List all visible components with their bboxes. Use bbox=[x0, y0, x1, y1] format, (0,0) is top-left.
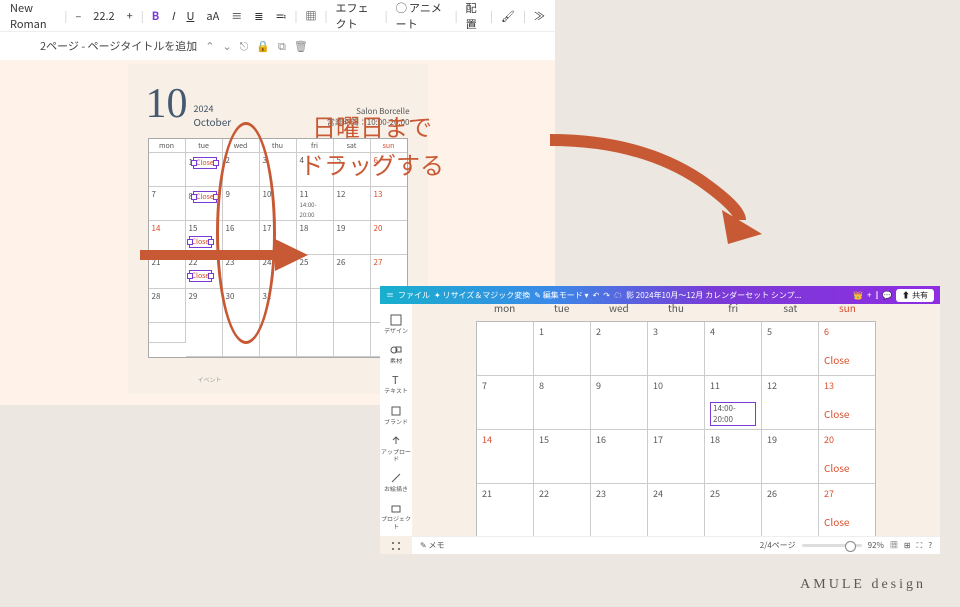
memo-button[interactable]: ✎ メモ bbox=[420, 540, 445, 551]
bottom-bar: ✎ メモ 2/4ページ 92% ▦ ⊞ ⛶ ? bbox=[412, 536, 940, 554]
sidebar-brand[interactable]: ブランド bbox=[384, 405, 408, 425]
paint-icon[interactable]: 🖌 bbox=[497, 6, 519, 26]
menu-icon[interactable]: ≡ bbox=[386, 290, 394, 301]
sidebar-upload[interactable]: アップロード bbox=[380, 435, 412, 462]
zoom-value[interactable]: 92% bbox=[868, 540, 884, 551]
more-icon[interactable]: ≫ bbox=[530, 6, 549, 26]
font-size[interactable]: 22.2 bbox=[89, 6, 118, 26]
month-label: 2024 October bbox=[194, 103, 232, 128]
font-plus[interactable]: + bbox=[123, 6, 137, 26]
table-row: 28 29 30 31 bbox=[149, 289, 407, 323]
effect-button[interactable]: エフェクト bbox=[331, 0, 380, 34]
help-icon[interactable]: ? bbox=[928, 540, 932, 551]
sidebar-design[interactable]: デザイン bbox=[384, 314, 408, 334]
sidebar-text[interactable]: Tテキスト bbox=[384, 374, 408, 394]
chevron-up-icon[interactable]: ⌃ bbox=[205, 38, 214, 54]
month-number: 10 bbox=[146, 80, 188, 128]
close-label: Close bbox=[824, 406, 870, 421]
placement-button[interactable]: 配置 bbox=[462, 0, 486, 34]
table-row bbox=[149, 323, 407, 357]
sidebar-app[interactable]: アプリ bbox=[387, 540, 405, 554]
svg-text:T: T bbox=[392, 374, 399, 386]
page-lock-icon[interactable]: 🔒 bbox=[256, 38, 270, 54]
sidebar-element[interactable]: 素材 bbox=[390, 344, 402, 364]
annotation-text: 日曜日まで ドラッグする bbox=[300, 110, 444, 187]
highlight-oval bbox=[216, 122, 276, 344]
font-name[interactable]: New Roman bbox=[6, 0, 60, 34]
weekday-header: mon tue wed thu fri sat sun bbox=[476, 286, 876, 321]
close-label: Close bbox=[824, 460, 870, 475]
align-button[interactable]: ≡ bbox=[227, 6, 246, 26]
view-grid-icon[interactable]: ▦ bbox=[890, 540, 898, 551]
duplicate-icon[interactable]: ⧉ bbox=[278, 38, 286, 54]
table-row: 14 15 16 17 18 19 20Close bbox=[477, 430, 875, 484]
share-button[interactable]: ⬆ 共有 bbox=[896, 289, 934, 302]
file-menu[interactable]: ファイル bbox=[398, 290, 430, 301]
calendar-canvas-after[interactable]: mon tue wed thu fri sat sun 1 2 3 4 5 6C… bbox=[412, 304, 940, 536]
sidebar-project[interactable]: プロジェクト bbox=[380, 502, 412, 529]
lock-icon[interactable]: ⎋ bbox=[240, 38, 249, 54]
calendar-grid-after[interactable]: 1 2 3 4 5 6Close 7 8 9 10 1114:00-20:00 … bbox=[476, 321, 876, 539]
close-label: Close bbox=[824, 514, 870, 529]
time-label: 14:00-20:00 bbox=[710, 402, 756, 426]
close-label: Close bbox=[824, 352, 870, 367]
table-row: 21 22 23 24 25 26 27Close bbox=[477, 484, 875, 538]
fullscreen-icon[interactable]: ⛶ bbox=[917, 540, 923, 551]
table-row: 1 2 3 4 5 6Close bbox=[477, 322, 875, 376]
comment-icon[interactable]: 💬 bbox=[882, 290, 892, 301]
chevron-down-icon[interactable]: ⌄ bbox=[222, 38, 231, 54]
transparency-icon[interactable]: ▦ bbox=[301, 6, 320, 26]
arrow-right-icon bbox=[140, 235, 310, 275]
bold-button[interactable]: B bbox=[148, 6, 164, 26]
close-label[interactable]: Close bbox=[193, 157, 217, 169]
day-tue: tue bbox=[186, 139, 223, 153]
table-row: 7 8Close 9 10 1114:00-20:00 12 13 bbox=[149, 187, 407, 221]
close-label[interactable]: Close bbox=[193, 191, 217, 203]
brand-watermark: AMULE design bbox=[800, 577, 926, 593]
animate-button[interactable]: ◯ アニメート bbox=[392, 0, 451, 34]
spacing-button[interactable]: ≕ bbox=[271, 6, 290, 26]
zoom-slider[interactable] bbox=[802, 544, 862, 547]
arrow-curved-icon bbox=[540, 130, 770, 250]
page-indicator[interactable]: 2/4ページ bbox=[760, 540, 796, 551]
top-toolbar: New Roman | – 22.2 + | B I U aA ≡ ≣ ≕ | … bbox=[0, 0, 555, 32]
underline-button[interactable]: U bbox=[182, 6, 198, 26]
italic-button[interactable]: I bbox=[167, 6, 178, 26]
font-minus[interactable]: – bbox=[71, 6, 85, 26]
sidebar-draw[interactable]: お絵描き bbox=[384, 472, 408, 492]
page-title-input[interactable]: 2ページ - ページタイトルを追加 bbox=[40, 38, 197, 54]
event-label: イベント bbox=[198, 375, 222, 384]
divider: | bbox=[64, 8, 67, 24]
panel-after: ≡ ファイル ✦ リサイズ＆マジック変換 ✎ 編集モード ▾ ↶ ↷ ☁ 影 2… bbox=[380, 286, 940, 554]
page-subbar: 2ページ - ページタイトルを追加 ⌃ ⌄ ⎋ 🔒 ⧉ 🗑 bbox=[0, 32, 555, 60]
left-sidebar: デザイン 素材 Tテキスト ブランド アップロード お絵描き プロジェクト アプ… bbox=[380, 304, 412, 536]
list-button[interactable]: ≣ bbox=[250, 6, 267, 26]
case-button[interactable]: aA bbox=[202, 6, 223, 26]
day-mon: mon bbox=[149, 139, 186, 153]
table-row: 7 8 9 10 1114:00-20:00 12 13Close bbox=[477, 376, 875, 430]
view-list-icon[interactable]: ⊞ bbox=[904, 540, 911, 551]
trash-icon[interactable]: 🗑 bbox=[294, 38, 308, 54]
